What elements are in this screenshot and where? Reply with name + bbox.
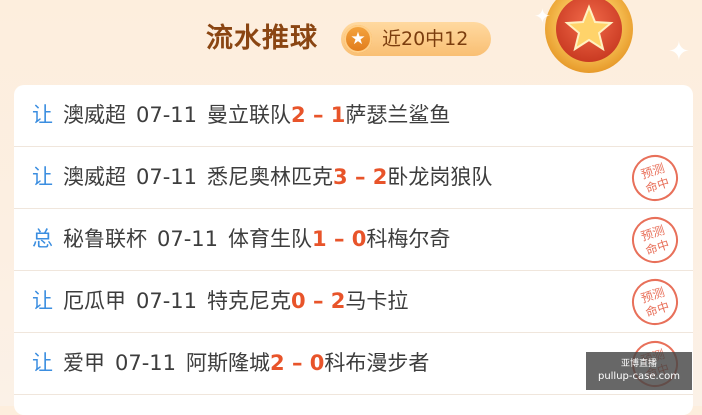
away-score: 0	[309, 351, 325, 375]
medal-icon	[545, 0, 633, 73]
header: 流水推球 ★ 近20中12 ✦ ✦	[0, 0, 702, 82]
league-name: 厄瓜甲	[63, 289, 126, 313]
list-item[interactable]: 让澳威超 07-11 悉尼奥林匹克3 – 2卧龙岗狼队 预测 命中	[14, 147, 693, 209]
star-icon: ★	[344, 25, 372, 53]
bet-type-tag: 让	[32, 351, 53, 375]
home-score: 2	[270, 351, 285, 375]
away-team: 科布漫步者	[324, 351, 430, 375]
away-team: 科梅尔奇	[366, 227, 451, 251]
home-score: 3	[333, 165, 348, 189]
league-name: 爱甲	[63, 351, 105, 375]
score-separator: –	[284, 351, 310, 375]
bet-type-tag: 总	[32, 227, 53, 251]
watermark: 亚博直播 pullup-case.com	[586, 352, 692, 390]
bet-type-tag: 让	[32, 289, 53, 313]
home-team: 特克尼克	[207, 289, 292, 313]
home-team: 悉尼奥林匹克	[207, 165, 334, 189]
record-text: 近20中12	[382, 28, 469, 50]
away-score: 2	[372, 165, 388, 189]
away-score: 2	[330, 289, 346, 313]
home-team: 阿斯隆城	[186, 351, 271, 375]
home-team: 体育生队	[228, 227, 313, 251]
home-score: 1	[312, 227, 327, 251]
match-date: 07-11	[136, 165, 198, 189]
bet-type-tag: 让	[32, 165, 53, 189]
list-item[interactable]: 让厄瓜甲 07-11 特克尼克0 – 2马卡拉 预测 命中	[14, 271, 693, 333]
league-name: 澳威超	[63, 165, 126, 189]
home-score: 0	[291, 289, 306, 313]
hit-stamp: 预测 命中	[632, 155, 678, 201]
score-separator: –	[347, 165, 373, 189]
away-score: 1	[330, 103, 346, 127]
home-team: 曼立联队	[207, 103, 292, 127]
sparkle-icon: ✦	[534, 4, 551, 28]
match-date: 07-11	[136, 103, 198, 127]
match-date: 07-11	[136, 289, 198, 313]
score-separator: –	[305, 289, 331, 313]
sparkle-icon: ✦	[668, 37, 690, 67]
page-title: 流水推球	[206, 23, 318, 54]
hit-stamp: 预测 命中	[632, 279, 678, 325]
league-name: 澳威超	[63, 103, 126, 127]
home-score: 2	[291, 103, 306, 127]
list-item[interactable]: 让澳威超 07-11 曼立联队2 – 1萨瑟兰鲨鱼	[14, 85, 693, 147]
watermark-line2: pullup-case.com	[597, 371, 681, 382]
away-score: 0	[351, 227, 367, 251]
match-date: 07-11	[157, 227, 219, 251]
away-team: 卧龙岗狼队	[387, 165, 493, 189]
watermark-line1: 亚博直播	[620, 359, 657, 369]
match-date: 07-11	[115, 351, 177, 375]
away-team: 萨瑟兰鲨鱼	[345, 103, 451, 127]
hit-stamp: 预测 命中	[632, 217, 678, 263]
score-separator: –	[326, 227, 352, 251]
score-separator: –	[305, 103, 331, 127]
league-name: 秘鲁联杯	[63, 227, 147, 251]
list-item[interactable]: 总秘鲁联杯 07-11 体育生队1 – 0科梅尔奇 预测 命中	[14, 209, 693, 271]
bet-type-tag: 让	[32, 103, 53, 127]
away-team: 马卡拉	[345, 289, 409, 313]
record-badge: ★ 近20中12	[341, 22, 491, 56]
